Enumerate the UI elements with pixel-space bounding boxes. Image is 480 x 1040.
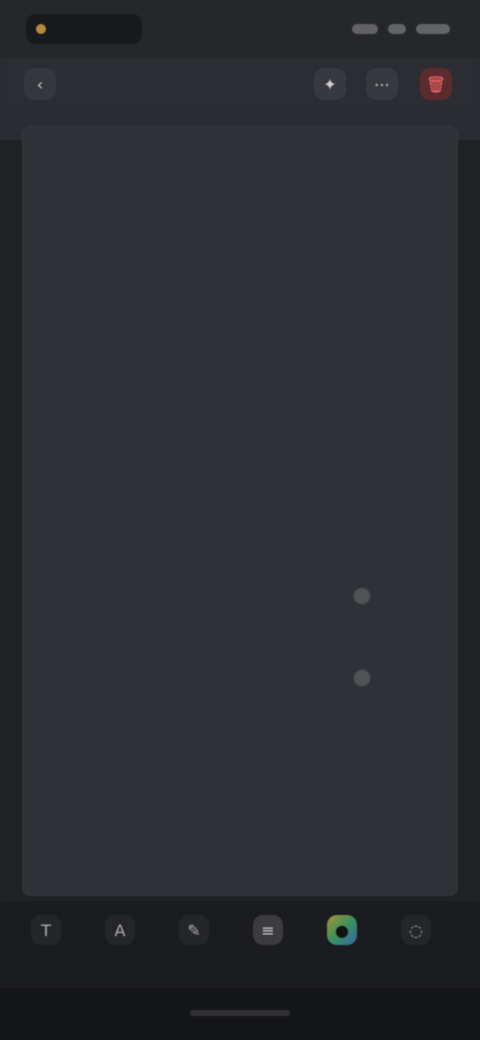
scale-handle[interactable] <box>354 670 370 686</box>
status-time-pill <box>26 14 142 44</box>
status-bar <box>0 0 480 58</box>
tool-color[interactable]: ● <box>316 915 368 985</box>
signal-icon <box>352 24 378 34</box>
text-layer[interactable] <box>172 600 342 662</box>
tool-label <box>168 953 220 965</box>
align-tool-icon: ≡ <box>253 915 283 945</box>
tool-strip: T A ✎ ≡ ● ◌ <box>20 915 480 985</box>
bubble-tool-icon: ◌ <box>401 915 431 945</box>
tool-label <box>316 953 368 965</box>
more-icon: ⋯ <box>374 74 390 94</box>
editor-canvas[interactable] <box>22 126 458 896</box>
tool-style[interactable]: ✎ <box>168 915 220 985</box>
wifi-icon <box>388 24 406 34</box>
canvas-text[interactable] <box>172 612 342 650</box>
toolbar-title <box>146 74 226 94</box>
tool-text[interactable]: T <box>20 915 72 985</box>
more-button[interactable]: ⋯ <box>366 68 398 100</box>
back-arrow-icon: ‹ <box>36 74 44 94</box>
tool-bubble[interactable]: ◌ <box>390 915 442 985</box>
rotate-handle[interactable] <box>354 588 370 604</box>
recording-indicator-icon <box>36 24 46 34</box>
status-icons <box>352 18 450 40</box>
tool-label <box>20 953 72 965</box>
bottom-toolbar: T A ✎ ≡ ● ◌ <box>0 900 480 989</box>
screen: ‹ ✦ ⋯ 🗑 T A ✎ ≡ ● ◌ <box>0 0 480 1040</box>
battery-icon <box>416 24 450 34</box>
tool-label <box>242 953 294 965</box>
tool-align[interactable]: ≡ <box>242 915 294 985</box>
back-button[interactable]: ‹ <box>24 68 56 100</box>
tool-font[interactable]: A <box>94 915 146 985</box>
font-tool-icon: A <box>105 915 135 945</box>
home-gesture-bar[interactable] <box>190 1010 290 1016</box>
tool-label <box>390 953 442 965</box>
effects-icon: ✦ <box>323 74 337 94</box>
delete-icon: 🗑 <box>425 74 447 94</box>
navigation-bar <box>0 988 480 1040</box>
tool-label <box>94 953 146 965</box>
color-tool-icon: ● <box>327 915 357 945</box>
delete-button[interactable]: 🗑 <box>420 68 452 100</box>
editor-toolbar: ‹ ✦ ⋯ 🗑 <box>0 58 480 110</box>
effects-button[interactable]: ✦ <box>314 68 346 100</box>
style-tool-icon: ✎ <box>179 915 209 945</box>
text-tool-icon: T <box>31 915 61 945</box>
